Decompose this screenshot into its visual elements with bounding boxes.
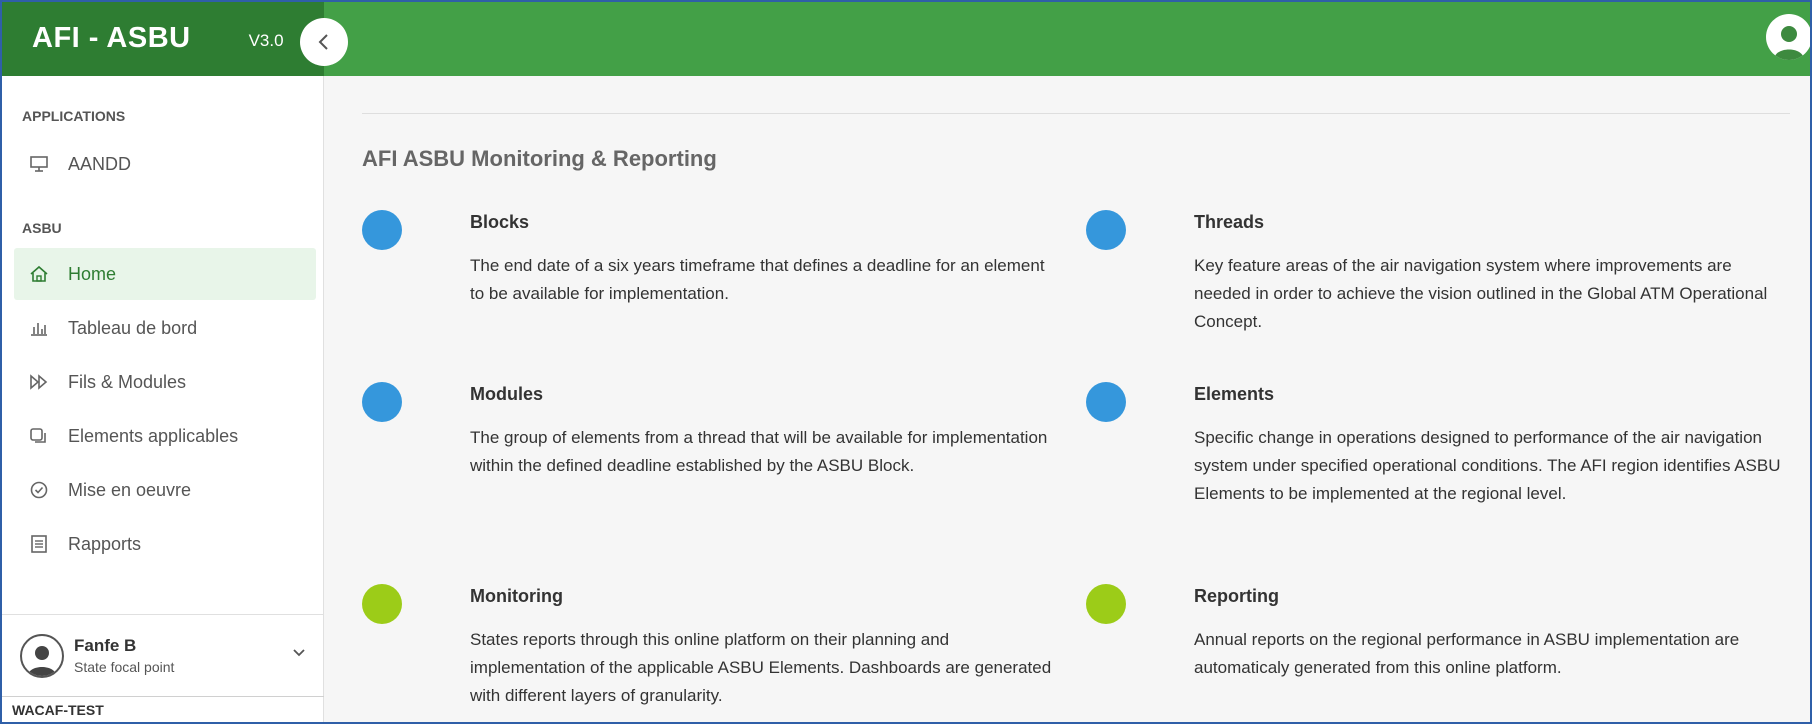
card-description: Specific change in operations designed t… bbox=[1194, 428, 1781, 503]
section-applications: APPLICATIONS bbox=[22, 108, 126, 124]
sidebar-item-fils-modules[interactable]: Fils & Modules bbox=[14, 356, 316, 408]
section-asbu: ASBU bbox=[22, 220, 62, 236]
sidebar-item-label: Tableau de bord bbox=[68, 317, 198, 338]
profile-role: State focal point bbox=[74, 659, 175, 675]
user-icon bbox=[28, 645, 56, 676]
card-title: Reporting bbox=[1194, 586, 1279, 606]
sidebar-item-rapports[interactable]: Rapports bbox=[14, 518, 316, 570]
user-icon bbox=[1774, 26, 1804, 60]
document-icon bbox=[28, 533, 50, 555]
monitor-icon bbox=[28, 153, 50, 175]
card-description: The end date of a six years timeframe th… bbox=[470, 256, 1045, 303]
blue-dot-icon bbox=[362, 382, 402, 422]
profile-name: Fanfe B bbox=[74, 636, 137, 655]
sidebar-collapse-button[interactable] bbox=[300, 18, 348, 66]
sidebar-item-label: Mise en oeuvre bbox=[68, 479, 192, 500]
card-title: Elements bbox=[1194, 384, 1275, 404]
card-title: Monitoring bbox=[470, 586, 563, 606]
green-dot-icon bbox=[362, 584, 402, 624]
check-circle-icon bbox=[28, 479, 50, 501]
sidebar-item-tableau-de-bord[interactable]: Tableau de bord bbox=[14, 302, 316, 354]
home-icon bbox=[28, 263, 50, 285]
content-divider bbox=[362, 113, 1790, 114]
user-menu-button[interactable] bbox=[1766, 14, 1812, 60]
blue-dot-icon bbox=[1086, 382, 1126, 422]
sidebar-item-label: Home bbox=[68, 263, 117, 284]
sidebar-item-label: AANDD bbox=[68, 153, 132, 174]
green-dot-icon bbox=[1086, 584, 1126, 624]
fast-forward-icon bbox=[28, 371, 50, 393]
card-description: Annual reports on the regional performan… bbox=[1194, 630, 1740, 677]
chevron-down-icon[interactable] bbox=[292, 645, 306, 663]
sidebar-item-label: Fils & Modules bbox=[68, 371, 187, 392]
app-title: AFI - ASBU bbox=[32, 21, 191, 54]
blue-dot-icon bbox=[1086, 210, 1126, 250]
sidebar-item-label: Rapports bbox=[68, 533, 142, 554]
bar-chart-icon bbox=[28, 317, 50, 339]
sidebar-item-elements-applicables[interactable]: Elements applicables bbox=[14, 410, 316, 462]
sidebar-item-mise-en-oeuvre[interactable]: Mise en oeuvre bbox=[14, 464, 316, 516]
top-bar bbox=[324, 0, 1812, 76]
avatar bbox=[20, 633, 64, 678]
sidebar-item-aandd[interactable]: AANDD bbox=[14, 138, 316, 190]
page-title: AFI ASBU Monitoring & Reporting bbox=[362, 146, 717, 171]
blue-dot-icon bbox=[362, 210, 402, 250]
card-description: Key feature areas of the air navigation … bbox=[1194, 256, 1768, 331]
card-description: The group of elements from a thread that… bbox=[470, 428, 1048, 475]
sidebar: APPLICATIONS AANDD ASBU Home Tableau de … bbox=[0, 76, 324, 724]
app-version: V3.0 bbox=[248, 31, 284, 50]
card-title: Modules bbox=[470, 384, 544, 404]
sidebar-item-home[interactable]: Home bbox=[14, 248, 316, 300]
sidebar-item-label: Elements applicables bbox=[68, 425, 239, 446]
card-description: States reports through this online platf… bbox=[470, 630, 1052, 705]
card-title: Threads bbox=[1194, 212, 1265, 232]
user-profile[interactable]: Fanfe B State focal point bbox=[0, 614, 324, 696]
organization-label: WACAF-TEST bbox=[0, 696, 324, 724]
card-title: Blocks bbox=[470, 212, 530, 232]
chevron-left-icon bbox=[318, 34, 328, 50]
brand-bar: AFI - ASBU V3.0 bbox=[0, 0, 324, 76]
copy-icon bbox=[28, 425, 50, 447]
